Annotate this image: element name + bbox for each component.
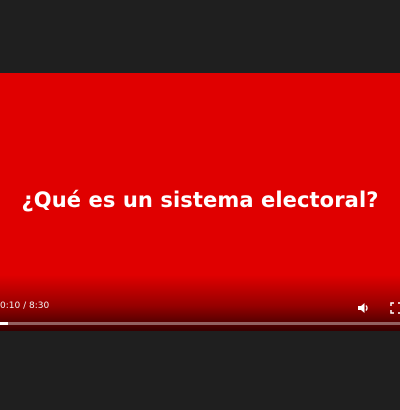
- volume-icon: [358, 303, 368, 313]
- progress-bar[interactable]: [0, 322, 400, 325]
- video-frame[interactable]: ¿Qué es un sistema electoral? 0:10 / 8:3…: [0, 73, 400, 331]
- volume-button[interactable]: [357, 299, 371, 313]
- video-title-overlay: ¿Qué es un sistema electoral?: [21, 188, 379, 212]
- video-player[interactable]: ¿Qué es un sistema electoral? 0:10 / 8:3…: [0, 0, 400, 410]
- progress-played: [0, 322, 8, 325]
- fullscreen-button[interactable]: [390, 299, 400, 314]
- fullscreen-icon: [390, 302, 400, 314]
- time-display: 0:10 / 8:30: [0, 301, 50, 311]
